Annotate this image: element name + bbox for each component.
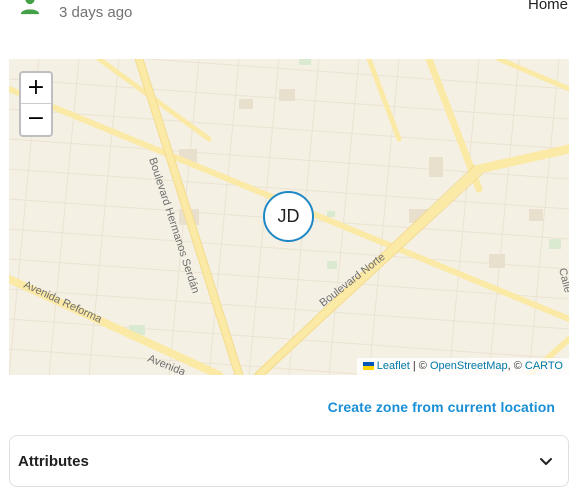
attributes-expander[interactable]: Attributes bbox=[9, 435, 569, 487]
entity-header: 3 days ago Home bbox=[0, 0, 583, 40]
map-attribution: Leaflet | © OpenStreetMap, © CARTO bbox=[356, 358, 569, 375]
state-value: Home bbox=[527, 0, 568, 13]
account-icon bbox=[20, 0, 40, 15]
carto-link[interactable]: CARTO bbox=[525, 360, 563, 372]
attribution-comma: , © bbox=[507, 360, 525, 372]
create-zone-button[interactable]: Create zone from current location bbox=[328, 399, 555, 415]
openstreetmap-link[interactable]: OpenStreetMap bbox=[430, 360, 508, 372]
chevron-down-icon bbox=[540, 458, 552, 465]
person-marker[interactable]: JD bbox=[263, 191, 314, 242]
attribution-separator: | © bbox=[409, 360, 430, 372]
leaflet-link[interactable]: Leaflet bbox=[377, 360, 410, 372]
zoom-out-button[interactable]: − bbox=[21, 104, 51, 135]
ukraine-flag-icon bbox=[362, 362, 374, 370]
zoom-in-button[interactable]: + bbox=[21, 73, 51, 104]
attributes-label: Attributes bbox=[18, 453, 89, 470]
map-view[interactable]: Boulevard Hermanos Serdán Boulevard Nort… bbox=[9, 59, 569, 375]
zoom-control: + − bbox=[19, 71, 53, 137]
last-changed-text: 3 days ago bbox=[59, 4, 133, 21]
